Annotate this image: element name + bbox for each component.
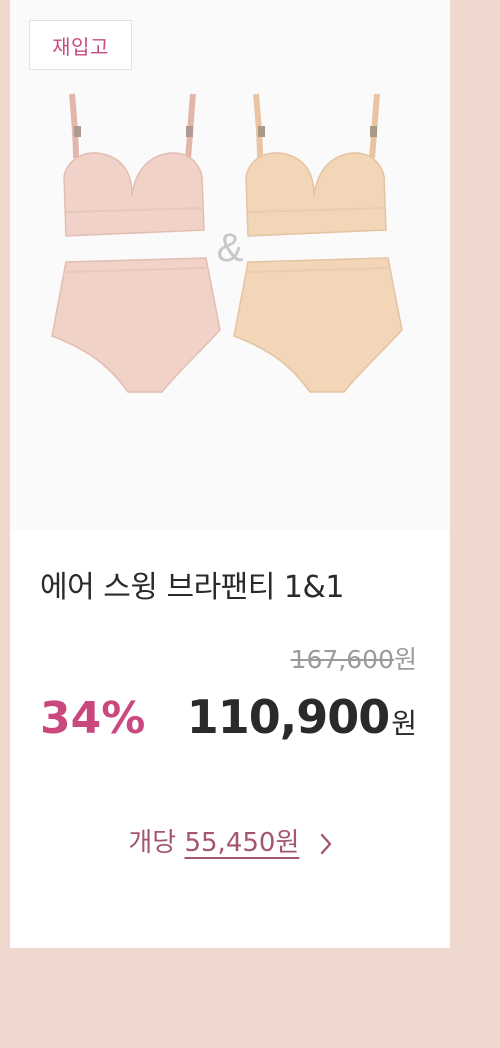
sale-price-value: 110,900 — [186, 690, 391, 744]
discount-rate: 34% — [40, 693, 146, 744]
chevron-right-icon[interactable] — [320, 833, 332, 855]
original-price-currency: 원 — [393, 645, 417, 674]
sale-price-currency: 원 — [391, 707, 417, 740]
unit-price-value[interactable]: 55,450원 — [184, 828, 299, 858]
panty-beige-image — [233, 257, 403, 393]
restock-badge-label: 재입고 — [52, 34, 109, 59]
panty-nude-pink-image — [51, 257, 221, 393]
ampersand-text: & — [217, 226, 244, 270]
original-price-value: 167,600 — [290, 645, 394, 674]
bra-beige-image — [245, 93, 387, 237]
unit-price-link[interactable]: 개당 55,450원 — [10, 822, 450, 859]
product-image-area[interactable]: & 재입고 — [10, 0, 450, 530]
sale-price: 110,900원 — [187, 690, 417, 744]
restock-badge: 재입고 — [29, 20, 132, 70]
original-price: 167,600원 — [291, 640, 417, 676]
product-title[interactable]: 에어 스윙 브라팬티 1&1 — [40, 562, 344, 606]
bra-nude-pink-image — [63, 93, 205, 237]
unit-price-label: 개당 — [128, 828, 177, 858]
product-card[interactable]: & 재입고 에어 스윙 브라팬티 1&1 167,600원 34% 110,90… — [10, 0, 450, 948]
product-image: & — [51, 93, 403, 393]
